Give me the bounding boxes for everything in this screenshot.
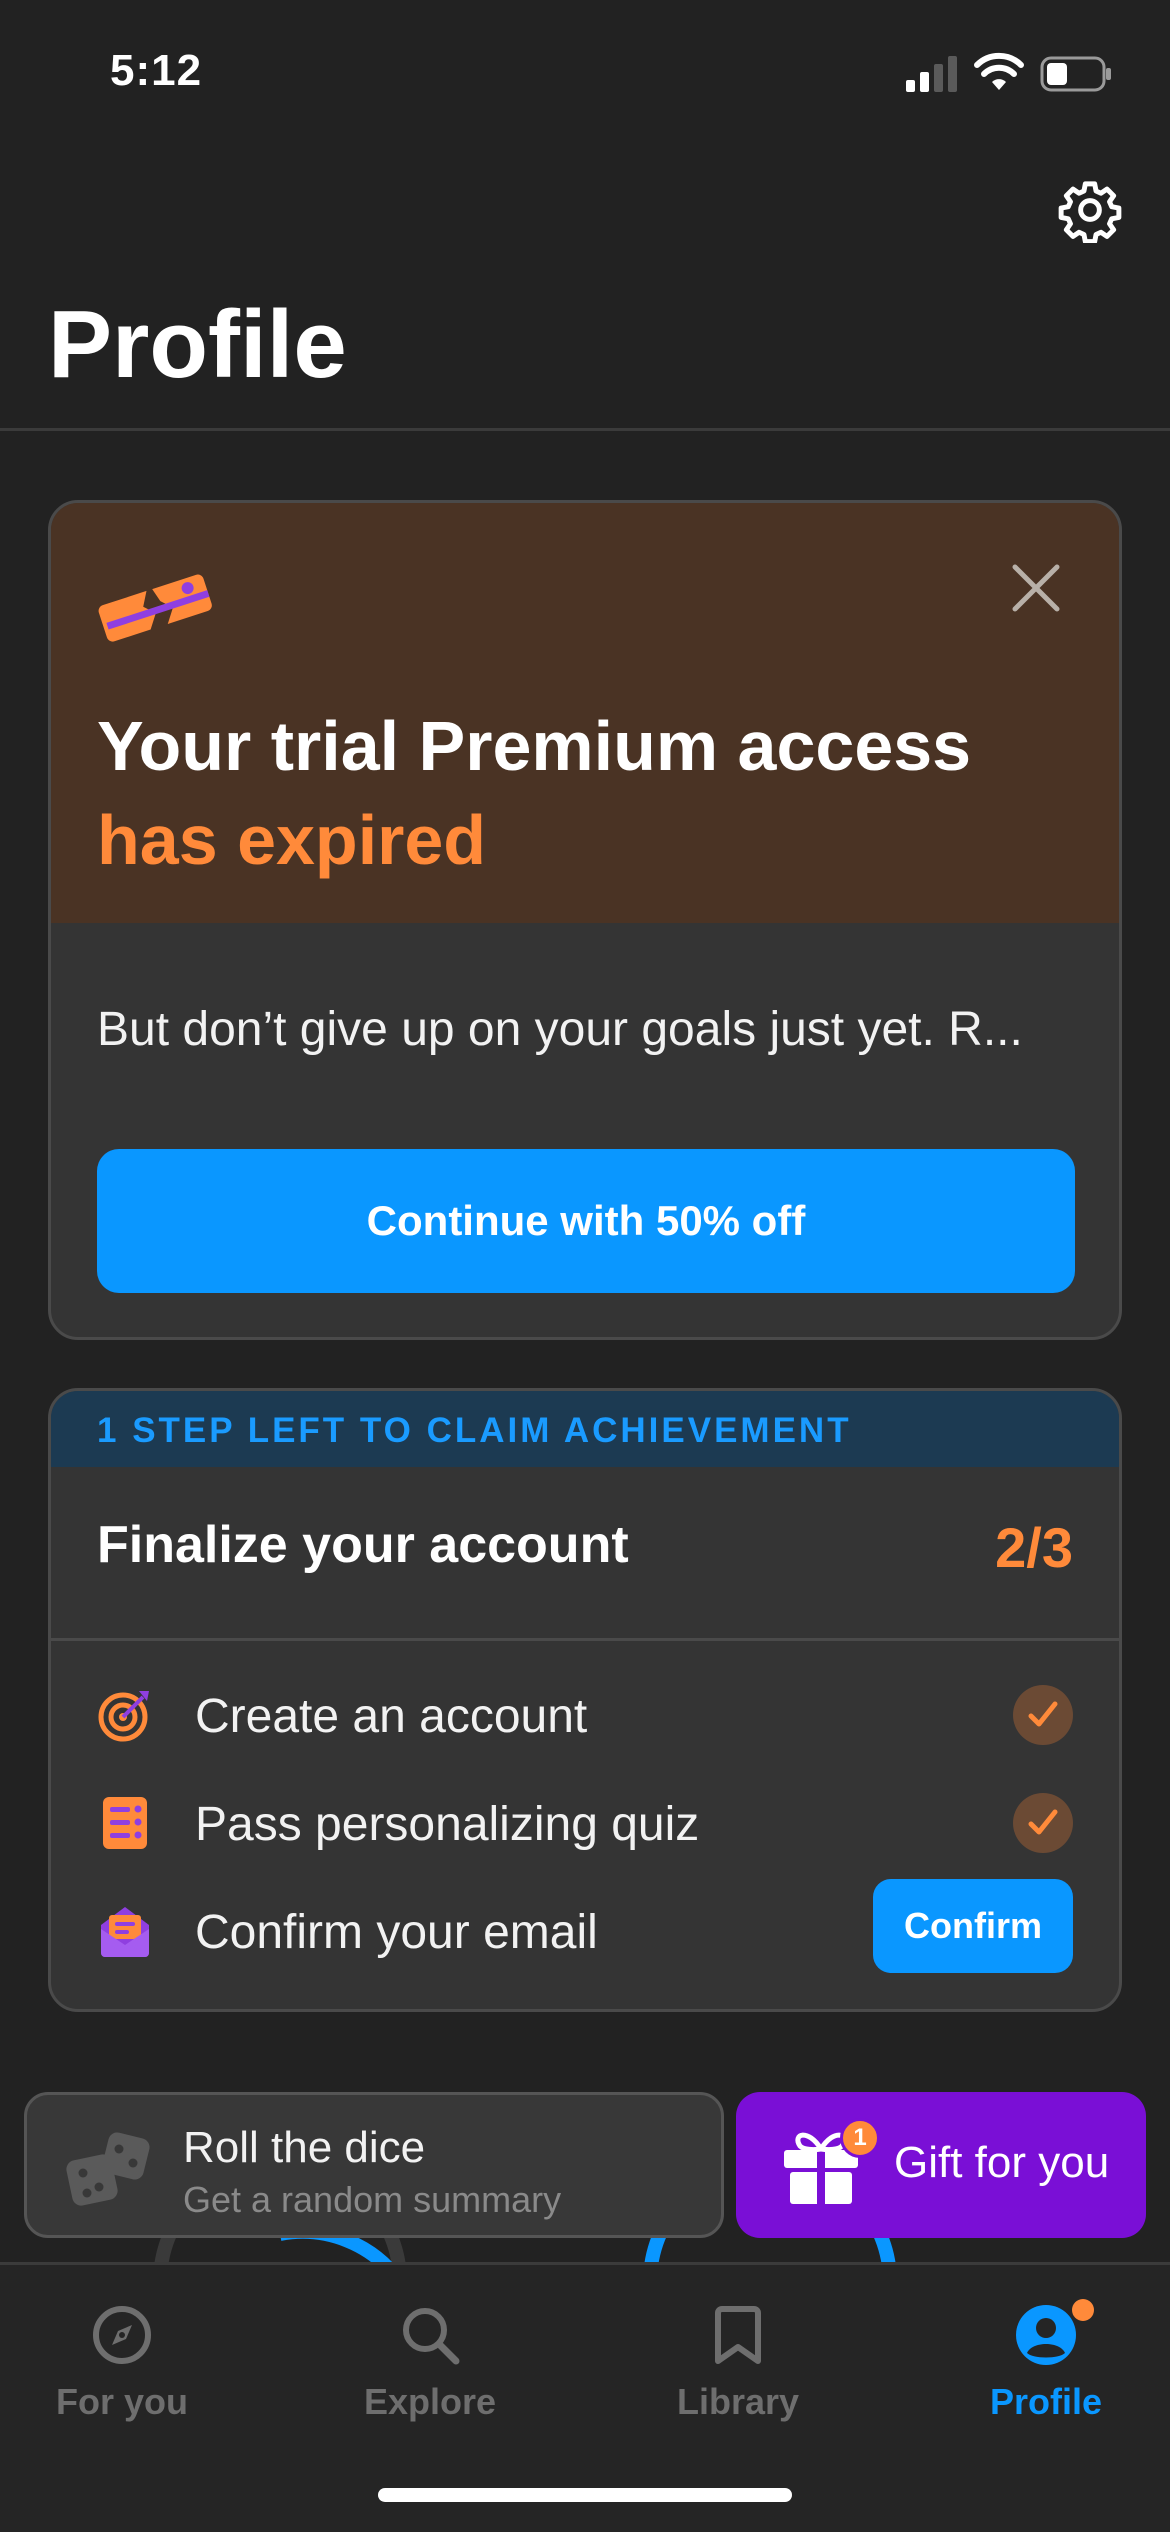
gift-label: Gift for you	[894, 2138, 1110, 2187]
checklist-icon	[103, 1797, 147, 1849]
gear-icon	[1058, 181, 1122, 243]
header-divider	[0, 428, 1170, 431]
roll-dice-button[interactable]: Roll the dice Get a random summary	[24, 2092, 724, 2238]
achievement-banner-text: 1 STEP LEFT TO CLAIM ACHIEVEMENT	[97, 1411, 852, 1450]
broken-ticket-icon	[98, 574, 212, 642]
achievement-card: 1 STEP LEFT TO CLAIM ACHIEVEMENT Finaliz…	[48, 1388, 1122, 2012]
trial-expired-card: Your trial Premium access has expired Bu…	[48, 500, 1122, 1340]
continue-discount-button[interactable]: Continue with 50% off	[97, 1149, 1075, 1293]
dice-title: Roll the dice	[183, 2123, 426, 2172]
status-time: 5:12	[110, 46, 203, 95]
gift-button[interactable]: 1 Gift for you	[736, 2092, 1146, 2238]
dice-icon	[66, 2132, 150, 2206]
profile-icon	[1016, 2305, 1076, 2365]
task-complete-check	[1013, 1793, 1073, 1853]
task-label: Pass personalizing quiz	[195, 1798, 700, 1851]
tab-explore[interactable]: Explore	[310, 2297, 550, 2457]
achievement-title: Finalize your account	[97, 1516, 629, 1574]
tab-label: For you	[56, 2381, 188, 2422]
task-create-account: Create an account	[51, 1663, 1119, 1763]
achievement-progress: 2/3	[995, 1516, 1073, 1579]
close-icon	[1012, 564, 1060, 612]
tab-library[interactable]: Library	[618, 2297, 858, 2457]
tab-label: Library	[676, 2381, 800, 2422]
notification-dot	[1072, 2299, 1094, 2321]
task-label: Confirm your email	[195, 1906, 598, 1959]
gift-count-badge: 1	[840, 2118, 880, 2158]
tab-label: Explore	[363, 2381, 497, 2422]
search-icon	[403, 2308, 460, 2365]
confirm-email-button[interactable]: Confirm	[873, 1879, 1073, 1973]
task-confirm-email: Confirm your email Confirm	[51, 1879, 1119, 1979]
task-complete-check	[1013, 1685, 1073, 1745]
compass-icon	[93, 2306, 151, 2364]
close-button[interactable]	[1001, 553, 1071, 623]
status-bar: 5:12	[0, 0, 1170, 150]
page-title: Profile	[48, 291, 347, 398]
trial-title: Your trial Premium access	[97, 707, 972, 785]
home-indicator	[378, 2488, 792, 2502]
task-personalizing-quiz: Pass personalizing quiz	[51, 1771, 1119, 1871]
tab-profile[interactable]: Profile	[926, 2297, 1166, 2457]
achievement-banner: 1 STEP LEFT TO CLAIM ACHIEVEMENT	[51, 1391, 1119, 1467]
trial-card-header: Your trial Premium access has expired	[51, 503, 1119, 923]
task-label: Create an account	[195, 1690, 588, 1743]
settings-button[interactable]	[1050, 170, 1130, 250]
checkmark-icon	[1028, 1701, 1058, 1727]
trial-description: But don’t give up on your goals just yet…	[97, 1003, 1023, 1056]
bookmark-icon	[715, 2306, 761, 2364]
dice-subtitle: Get a random summary	[183, 2179, 562, 2220]
battery-icon	[1040, 56, 1111, 92]
cellular-signal-icon	[906, 56, 957, 92]
tab-for-you[interactable]: For you	[2, 2297, 242, 2457]
tab-label: Profile	[989, 2381, 1103, 2422]
envelope-icon	[101, 1907, 149, 1957]
target-icon	[98, 1691, 149, 1742]
wifi-icon	[974, 52, 1024, 90]
checkmark-icon	[1028, 1809, 1058, 1835]
achievement-divider	[51, 1638, 1119, 1641]
trial-title-highlight: has expired	[97, 801, 487, 879]
